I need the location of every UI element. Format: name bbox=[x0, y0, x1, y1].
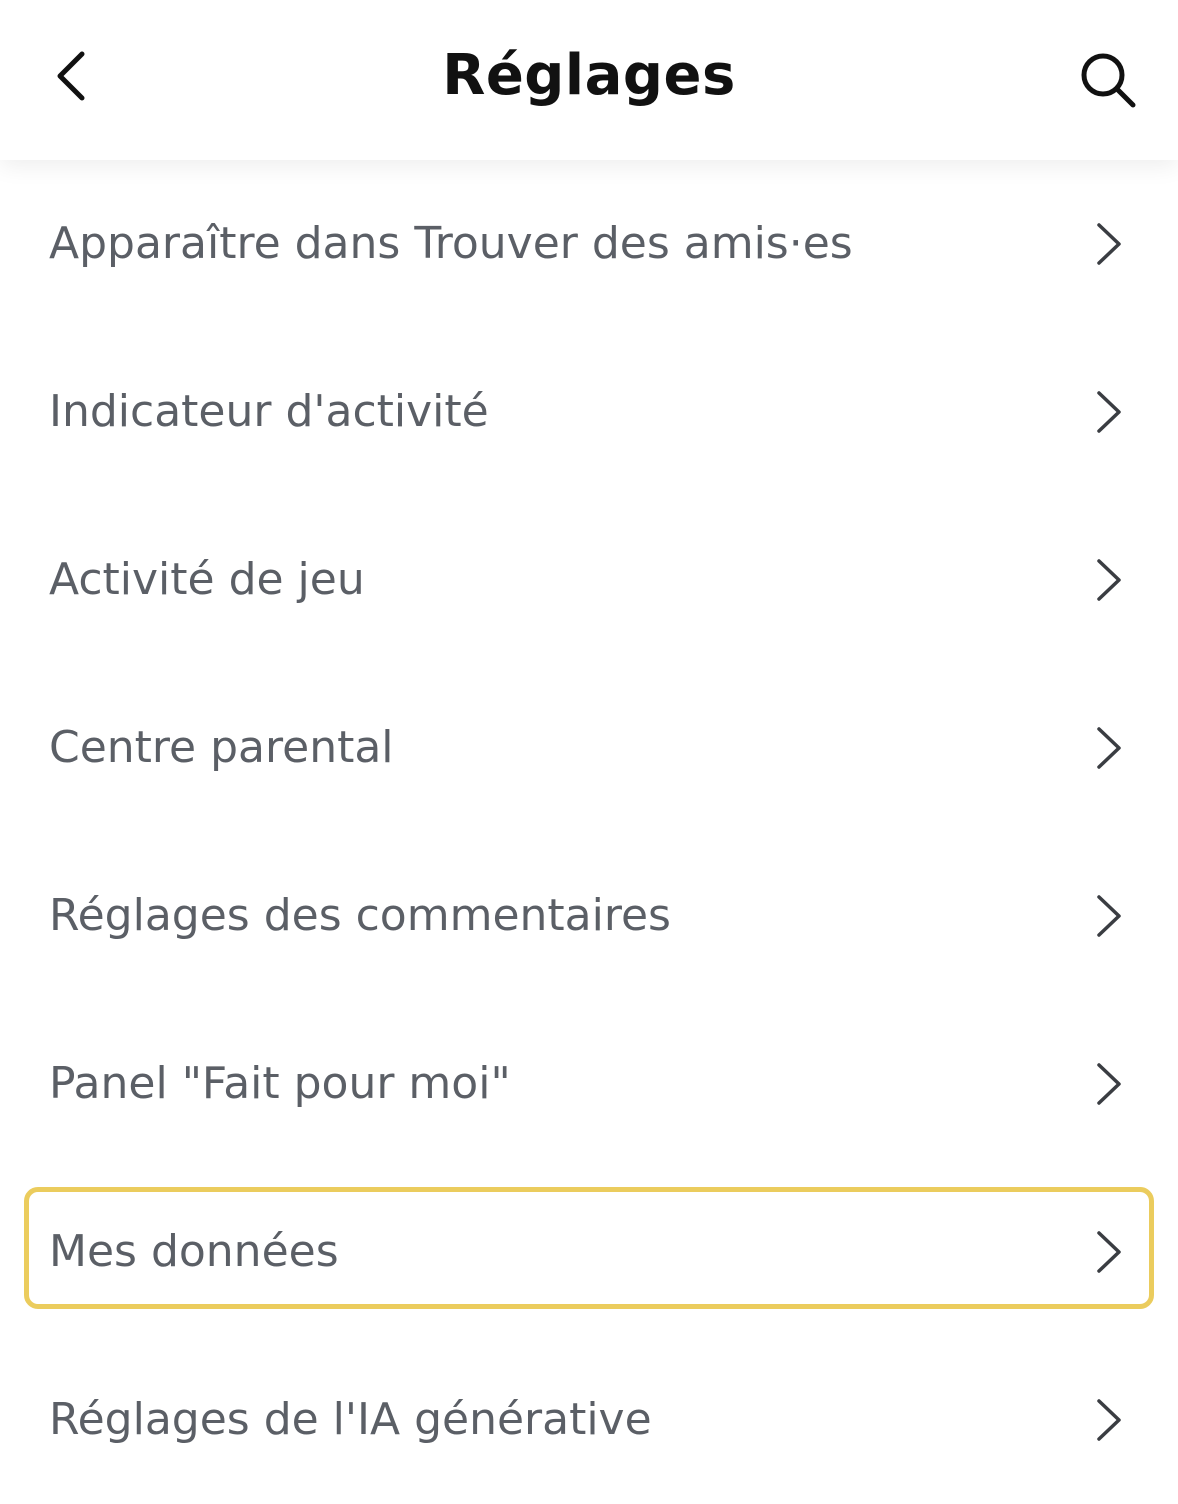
settings-item-label: Panel "Fait pour moi" bbox=[49, 1058, 511, 1109]
settings-item-my-data[interactable]: Mes données bbox=[0, 1168, 1178, 1336]
settings-item-label: Réglages de l'IA générative bbox=[49, 1394, 652, 1445]
page-title: Réglages bbox=[442, 43, 736, 108]
settings-item-generative-ai[interactable]: Réglages de l'IA générative bbox=[0, 1336, 1178, 1504]
chevron-right-icon bbox=[1097, 727, 1121, 769]
settings-item-label: Indicateur d'activité bbox=[49, 386, 489, 437]
chevron-right-icon bbox=[1097, 391, 1121, 433]
settings-item-label: Apparaître dans Trouver des amis·es bbox=[49, 218, 853, 269]
header: Réglages bbox=[0, 0, 1178, 160]
chevron-right-icon bbox=[1097, 1063, 1121, 1105]
settings-item-parental-center[interactable]: Centre parental bbox=[0, 664, 1178, 832]
search-button[interactable] bbox=[1072, 44, 1144, 116]
settings-item-label: Activité de jeu bbox=[49, 554, 365, 605]
chevron-right-icon bbox=[1097, 559, 1121, 601]
settings-item-label: Mes données bbox=[49, 1226, 339, 1277]
settings-item-game-activity[interactable]: Activité de jeu bbox=[0, 496, 1178, 664]
settings-list: Apparaître dans Trouver des amis·es Indi… bbox=[0, 160, 1178, 1497]
settings-item-comment-settings[interactable]: Réglages des commentaires bbox=[0, 832, 1178, 1000]
settings-item-label: Réglages des commentaires bbox=[49, 890, 671, 941]
chevron-right-icon bbox=[1097, 1231, 1121, 1273]
search-icon bbox=[1081, 53, 1136, 108]
settings-item-find-friends[interactable]: Apparaître dans Trouver des amis·es bbox=[0, 160, 1178, 328]
settings-item-label: Centre parental bbox=[49, 722, 394, 773]
chevron-right-icon bbox=[1097, 1399, 1121, 1441]
chevron-right-icon bbox=[1097, 223, 1121, 265]
chevron-right-icon bbox=[1097, 895, 1121, 937]
settings-item-made-for-me-panel[interactable]: Panel "Fait pour moi" bbox=[0, 1000, 1178, 1168]
settings-item-activity-indicator[interactable]: Indicateur d'activité bbox=[0, 328, 1178, 496]
